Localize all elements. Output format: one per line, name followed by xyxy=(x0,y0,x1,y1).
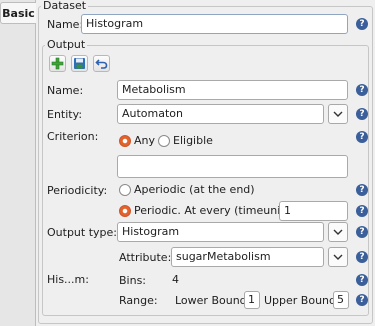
output-type-label: Output type: xyxy=(47,226,117,239)
aperiodic-label[interactable]: Aperiodic (at the end) xyxy=(134,183,255,197)
attribute-dropdown-button[interactable] xyxy=(328,247,348,267)
criterion-label: Criterion: xyxy=(47,130,99,143)
output-type-dropdown-button[interactable] xyxy=(328,222,348,242)
undo-output-button[interactable] xyxy=(93,55,110,72)
output-name-label: Name: xyxy=(47,84,84,97)
chevron-down-icon xyxy=(333,111,343,117)
floppy-icon xyxy=(74,58,85,69)
chevron-down-icon xyxy=(333,229,343,235)
dataset-name-label: Name: xyxy=(47,18,84,31)
upper-bound-input[interactable]: 5 xyxy=(333,291,349,309)
criterion-any-radio[interactable] xyxy=(119,135,131,147)
dataset-name-input[interactable]: Histogram xyxy=(81,14,348,34)
bins-input[interactable]: 4 xyxy=(166,270,348,290)
help-icon[interactable]: ? xyxy=(356,274,368,286)
help-icon[interactable]: ? xyxy=(356,184,368,196)
chevron-down-icon xyxy=(333,254,343,260)
output-type-select[interactable]: Histogram xyxy=(117,222,324,242)
dataset-legend: Dataset xyxy=(41,0,89,12)
criterion-eligible-label[interactable]: Eligible xyxy=(173,134,213,148)
histogram-label: His...m: xyxy=(47,273,89,286)
undo-icon xyxy=(95,59,108,69)
help-icon[interactable]: ? xyxy=(356,108,368,120)
add-output-button[interactable] xyxy=(49,55,66,72)
entity-select[interactable]: Automaton xyxy=(117,104,324,124)
help-icon[interactable]: ? xyxy=(356,18,368,30)
criterion-text-area[interactable] xyxy=(117,155,348,178)
entity-dropdown-button[interactable] xyxy=(328,104,348,124)
help-icon[interactable]: ? xyxy=(356,131,368,143)
upper-bound-label: Upper Bound: xyxy=(264,294,340,307)
aperiodic-radio[interactable] xyxy=(119,184,131,196)
save-output-button[interactable] xyxy=(71,55,88,72)
attribute-select[interactable]: sugarMetabolism xyxy=(171,247,324,267)
bins-label: Bins: xyxy=(119,274,147,287)
help-icon[interactable]: ? xyxy=(356,226,368,238)
criterion-eligible-radio[interactable] xyxy=(158,135,170,147)
plus-icon xyxy=(51,57,64,70)
output-name-input[interactable]: Metabolism xyxy=(117,80,348,100)
periodic-radio[interactable] xyxy=(119,205,131,217)
tab-basic[interactable]: Basic xyxy=(0,2,36,24)
help-icon[interactable]: ? xyxy=(356,84,368,96)
entity-label: Entity: xyxy=(47,108,83,121)
periodicity-label: Periodicity: xyxy=(47,184,108,197)
period-input[interactable]: 1 xyxy=(279,201,348,221)
periodic-label[interactable]: Periodic. At every (timeunits): xyxy=(134,204,298,218)
output-legend: Output xyxy=(45,38,88,51)
criterion-any-label[interactable]: Any xyxy=(134,134,155,148)
help-icon[interactable]: ? xyxy=(356,251,368,263)
lower-bound-input[interactable]: 1 xyxy=(244,291,260,309)
lower-bound-label: Lower Bound: xyxy=(175,294,251,307)
attribute-label: Attribute: xyxy=(119,251,172,264)
help-icon[interactable]: ? xyxy=(356,205,368,217)
help-icon[interactable]: ? xyxy=(356,294,368,306)
tab-column xyxy=(0,0,36,326)
range-label: Range: xyxy=(119,294,158,307)
